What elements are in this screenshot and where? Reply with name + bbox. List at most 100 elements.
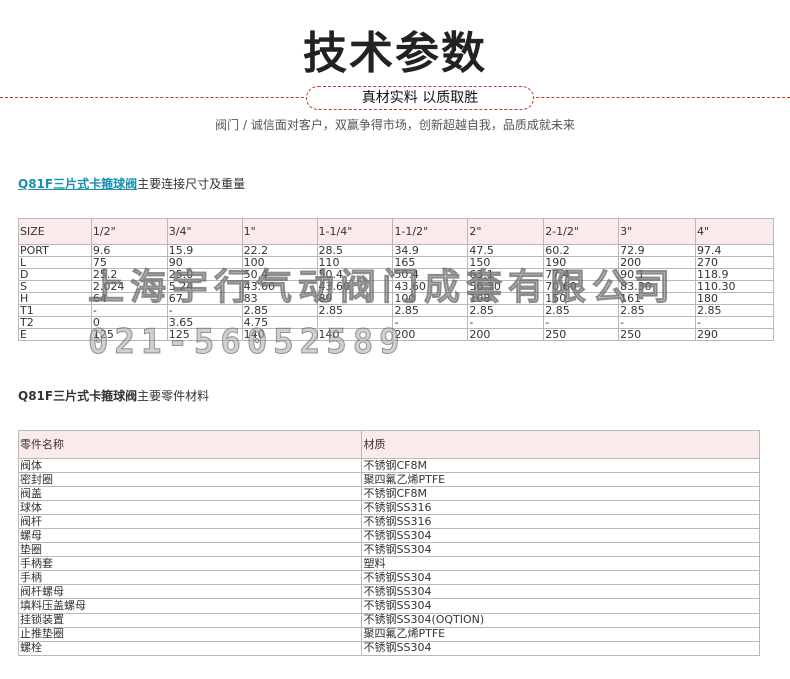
dimensions-cell: 110 [316, 256, 394, 269]
materials-header-row: 零件名称 材质 [17, 430, 760, 459]
slogan-text: 阀门 / 诚信面对客户，双赢争得市场，创新超越自我，品质成就未来 [215, 118, 575, 132]
dimensions-table: SIZE 1/2" 3/4" 1" 1-1/4" 1-1/2" 2" 2-1/2" 3" 4" PO… [18, 218, 774, 341]
dimensions-cell: 72.9 [618, 244, 696, 257]
materials-cell: 阀杆 [17, 514, 363, 530]
dimensions-cell: 97.4 [695, 244, 774, 257]
dimensions-cell: 43.60 [392, 280, 469, 293]
dimensions-cell: 270 [695, 256, 774, 269]
dimensions-cell: 125 [90, 328, 168, 341]
dimensions-section-title: Q81F三片式卡箍球阀主要连接尺寸及重量 [18, 175, 245, 192]
dimensions-cell: - [392, 316, 469, 329]
dimensions-cell: 63.1 [467, 268, 545, 281]
dimensions-cell: - [166, 304, 243, 317]
materials-cell: 球体 [17, 500, 363, 516]
dimensions-cell: 9.6 [90, 244, 168, 257]
dimensions-cell: 0 [90, 316, 168, 329]
dimensions-title-rest: 主要连接尺寸及重量 [137, 177, 246, 191]
materials-row: 阀杆螺母 不锈钢SS304 [17, 584, 760, 600]
materials-row: 密封圈 聚四氟乙烯PTFE [17, 472, 760, 488]
dimensions-row: T1- -2.85 2.85 2.85 2.85 2.85 2.85 2.85 [18, 304, 774, 317]
materials-cell: 手柄 [17, 570, 363, 586]
dimensions-cell: 118.9 [695, 268, 774, 281]
dimensions-cell: 200 [467, 328, 545, 341]
dimensions-header-cell: 2-1/2" [543, 218, 620, 245]
materials-cell: 垫圈 [17, 542, 363, 558]
materials-header-cell: 材质 [361, 430, 760, 459]
dimensions-header-cell: 1-1/4" [316, 218, 394, 245]
dimensions-header-row: SIZE 1/2" 3/4" 1" 1-1/4" 1-1/2" 2" 2-1/2" 3" 4" [18, 218, 774, 245]
materials-cell: 螺母 [17, 528, 363, 544]
dimensions-cell: - [467, 316, 545, 329]
materials-cell: 不锈钢SS316 [361, 514, 760, 530]
materials-row: 阀盖 不锈钢CF8M [17, 486, 760, 502]
dimensions-cell: 110.30 [695, 280, 774, 293]
materials-cell: 螺栓 [17, 640, 363, 656]
dimensions-cell: 43.60 [316, 280, 394, 293]
dimensions-cell: 150 [543, 292, 620, 305]
dimensions-cell: 2.85 [618, 304, 696, 317]
dimensions-row: S 2.024 5.24 43.60 43.60 43.60 56.30 70.60 83.30… [18, 280, 774, 293]
dimensions-cell: 67 [166, 292, 243, 305]
dimensions-cell: 83.30 [618, 280, 696, 293]
page-title: 技术参数 [303, 28, 487, 79]
dimensions-cell: 50.4 [316, 268, 394, 281]
dimensions-cell: 2.85 [316, 304, 394, 317]
materials-row: 球体 不锈钢SS316 [17, 500, 760, 516]
materials-cell: 不锈钢CF8M [361, 486, 760, 502]
materials-cell: 聚四氟乙烯PTFE [361, 626, 760, 642]
dimensions-cell: 2.85 [467, 304, 545, 317]
dimensions-cell: 90 [166, 256, 243, 269]
dimensions-row: L 75 90 100 110 165 150 190 200 270 [18, 256, 774, 269]
materials-cell: 塑料 [361, 556, 760, 572]
materials-cell: 聚四氟乙烯PTFE [361, 472, 760, 488]
dimensions-cell: 89 [316, 292, 394, 305]
materials-cell: 密封圈 [17, 472, 363, 488]
dimensions-cell: 290 [695, 328, 774, 341]
dimensions-cell: 25.0 [166, 268, 243, 281]
dimensions-cell: 28.5 [316, 244, 394, 257]
dimensions-cell: 75 [90, 256, 168, 269]
dimensions-cell: - [618, 316, 696, 329]
dimensions-cell: 165 [392, 256, 469, 269]
dimensions-cell: E [18, 328, 92, 341]
materials-row: 阀杆 不锈钢SS316 [17, 514, 760, 530]
materials-cell: 不锈钢SS304 [361, 640, 760, 656]
materials-cell: 阀盖 [17, 486, 363, 502]
dimensions-header-cell: 1-1/2" [392, 218, 469, 245]
materials-row: 填料压盖螺母 不锈钢SS304 [17, 598, 760, 614]
slogan-pill: 真材实料 以质取胜 [306, 86, 534, 110]
dimensions-cell: 2.85 [392, 304, 469, 317]
materials-table: 零件名称 材质 阀体 不锈钢CF8M 密封圈 聚四氟乙烯PTFE 阀盖 不锈钢CF8M 球体 不锈… [17, 430, 760, 656]
materials-cell: 手柄套 [17, 556, 363, 572]
dimensions-header-cell: SIZE [18, 218, 92, 245]
dimensions-header-cell: 1/2" [90, 218, 168, 245]
materials-header-cell: 零件名称 [17, 430, 363, 459]
dimensions-product-link[interactable]: Q81F三片式卡箍球阀 [18, 177, 137, 191]
materials-title-rest: 主要零件材料 [137, 389, 210, 403]
materials-product-name: Q81F三片式卡箍球阀 [18, 389, 138, 403]
dimensions-cell: - [695, 316, 774, 329]
dimensions-cell: 70.60 [543, 280, 620, 293]
dimensions-header-cell: 3/4" [166, 218, 243, 245]
materials-cell: 不锈钢SS304 [361, 570, 760, 586]
materials-cell: 不锈钢SS304 [361, 528, 760, 544]
dimensions-cell: - [90, 304, 168, 317]
dimensions-cell: 150 [467, 256, 545, 269]
materials-section-title: Q81F三片式卡箍球阀主要零件材料 [18, 387, 209, 404]
dimensions-cell: 15.9 [166, 244, 243, 257]
dimensions-cell: 2.85 [695, 304, 774, 317]
materials-cell: 挂锁装置 [17, 612, 363, 628]
dimensions-row: E 125 125 140 140 200 200 250 250 290 [18, 328, 774, 341]
dimensions-cell: 180 [695, 292, 774, 305]
dimensions-cell: 250 [618, 328, 696, 341]
materials-cell: 不锈钢SS304 [361, 598, 760, 614]
dimensions-row: D 25.2 25.0 50.4 50.4 50.4 63.1 77.4 90.1 118.9 [18, 268, 774, 281]
dimensions-cell: 161 [618, 292, 696, 305]
materials-cell: 阀杆螺母 [17, 584, 363, 600]
dimensions-row: H 64 67 83 89 100 108 150 161 180 [18, 292, 774, 305]
materials-cell: 不锈钢SS316 [361, 500, 760, 516]
materials-row: 螺栓 不锈钢SS304 [17, 640, 760, 656]
dimensions-cell: 190 [543, 256, 620, 269]
dimensions-cell: 125 [166, 328, 243, 341]
dimensions-cell: 250 [543, 328, 620, 341]
